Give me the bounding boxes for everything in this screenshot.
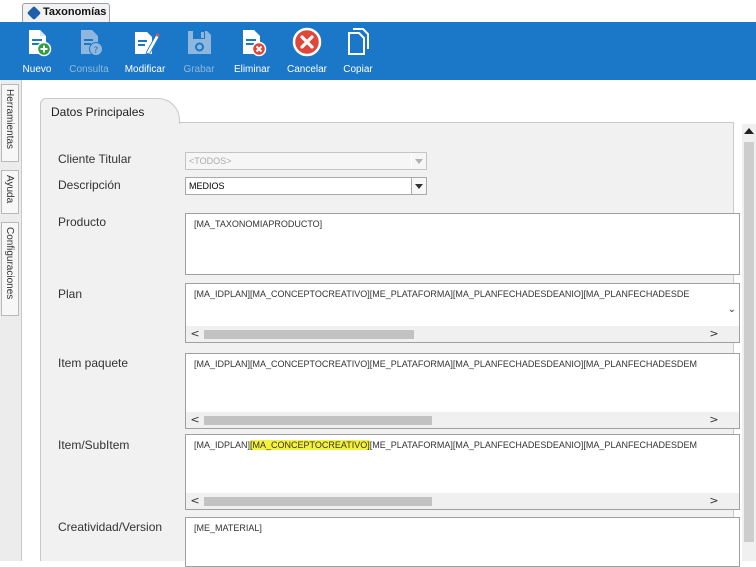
delete-button-label: Eliminar bbox=[233, 64, 271, 75]
creatividad-version-label: Creatividad/Version bbox=[58, 520, 163, 534]
modify-button-label: Modificar bbox=[124, 64, 166, 75]
window-tab-taxonomias[interactable]: Taxonomías bbox=[22, 3, 110, 22]
delete-button[interactable]: Eliminar bbox=[226, 25, 278, 77]
producto-textarea[interactable]: [MA_TAXONOMIAPRODUCTO] bbox=[185, 213, 740, 275]
copy-button-label: Copiar bbox=[343, 64, 373, 75]
save-icon bbox=[188, 31, 211, 54]
save-button-label: Grabar bbox=[183, 64, 215, 75]
value-prefix: [MA_IDPLAN] bbox=[194, 440, 251, 450]
creatividad-version-textarea[interactable]: [ME_MATERIAL] bbox=[185, 517, 740, 567]
producto-value: [MA_TAXONOMIAPRODUCTO] bbox=[194, 219, 323, 229]
creatividad-version-value: [ME_MATERIAL] bbox=[194, 523, 262, 533]
item-subitem-value: [MA_IDPLAN][MA_CONCEPTOCREATIVO][ME_PLAT… bbox=[194, 440, 697, 450]
copy-icon bbox=[348, 28, 369, 55]
plan-textarea[interactable]: [MA_IDPLAN][MA_CONCEPTOCREATIVO][ME_PLAT… bbox=[185, 283, 740, 343]
side-tab-configuraciones[interactable]: Configuraciones bbox=[1, 222, 19, 316]
cliente-titular-label: Cliente Titular bbox=[58, 152, 132, 166]
save-button[interactable]: Grabar bbox=[176, 25, 222, 77]
plan-horizontal-scrollbar[interactable]: < > bbox=[186, 326, 739, 342]
scrollbar-thumb[interactable] bbox=[744, 142, 754, 542]
copy-button[interactable]: Copiar bbox=[336, 25, 380, 77]
new-document-icon bbox=[29, 30, 52, 57]
delete-document-icon bbox=[243, 30, 267, 57]
scroll-right-arrow-icon[interactable]: > bbox=[707, 327, 721, 340]
side-tab-ayuda[interactable]: Ayuda bbox=[1, 170, 19, 214]
item-paquete-label: Item paquete bbox=[58, 356, 129, 370]
scrollbar-thumb[interactable] bbox=[204, 416, 432, 425]
scroll-left-arrow-icon[interactable]: < bbox=[188, 494, 202, 507]
item-subitem-horizontal-scrollbar[interactable]: < > bbox=[186, 493, 739, 509]
producto-label: Producto bbox=[58, 215, 107, 229]
chevron-down-icon bbox=[411, 153, 426, 169]
cancel-button-label: Cancelar bbox=[286, 64, 328, 75]
scroll-left-arrow-icon[interactable]: < bbox=[188, 413, 202, 426]
side-tab-herramientas[interactable]: Herramientas bbox=[1, 84, 19, 162]
new-button[interactable]: Nuevo bbox=[14, 25, 60, 77]
item-subitem-textarea[interactable]: [MA_IDPLAN][MA_CONCEPTOCREATIVO][ME_PLAT… bbox=[185, 434, 740, 510]
highlighted-text: [MA_CONCEPTOCREATIVO] bbox=[250, 440, 370, 450]
side-tab-label: Configuraciones bbox=[4, 227, 15, 300]
cliente-titular-value: <TODOS> bbox=[189, 156, 232, 166]
plan-value: [MA_IDPLAN][MA_CONCEPTOCREATIVO][ME_PLAT… bbox=[194, 289, 690, 299]
edit-document-icon bbox=[135, 32, 160, 55]
page-vertical-scrollbar[interactable] bbox=[742, 124, 756, 561]
item-subitem-label: Item/SubItem bbox=[58, 438, 130, 452]
scrollbar-thumb[interactable] bbox=[204, 497, 432, 506]
plan-label: Plan bbox=[58, 287, 83, 301]
item-paquete-horizontal-scrollbar[interactable]: < > bbox=[186, 412, 739, 428]
scroll-down-arrow-icon[interactable]: ⌄ bbox=[728, 304, 736, 315]
main-toolbar: Nuevo ? Consulta Modificar Grabar Elimin… bbox=[0, 22, 756, 80]
scroll-right-arrow-icon[interactable]: > bbox=[707, 413, 721, 426]
cliente-titular-select[interactable]: <TODOS> bbox=[185, 152, 427, 170]
chevron-down-icon[interactable] bbox=[411, 178, 426, 194]
item-paquete-textarea[interactable]: [MA_IDPLAN][MA_CONCEPTOCREATIVO][ME_PLAT… bbox=[185, 353, 740, 429]
tab-label: Datos Principales bbox=[51, 105, 145, 119]
side-tab-label: Ayuda bbox=[4, 175, 15, 204]
query-document-icon: ? bbox=[81, 30, 103, 56]
descripcion-select[interactable]: MEDIOS bbox=[185, 177, 427, 195]
descripcion-label: Descripción bbox=[58, 178, 121, 192]
value-suffix: [ME_PLATAFORMA][MA_PLANFECHADESDEANIO][M… bbox=[369, 440, 697, 450]
new-button-label: Nuevo bbox=[22, 64, 52, 75]
window-tab-strip: Taxonomías bbox=[0, 0, 756, 22]
query-button[interactable]: ? Consulta bbox=[64, 25, 114, 77]
cancel-icon bbox=[292, 27, 322, 57]
side-tab-label: Herramientas bbox=[4, 89, 15, 150]
side-tabs-bar: Herramientas Ayuda Configuraciones bbox=[0, 80, 22, 561]
scrollbar-thumb[interactable] bbox=[204, 330, 414, 339]
modify-button[interactable]: Modificar bbox=[118, 25, 172, 77]
window-tab-label: Taxonomías bbox=[43, 6, 107, 18]
taxonomy-icon bbox=[26, 5, 42, 21]
main-area: Datos Principales Cliente Titular <TODOS… bbox=[22, 80, 756, 567]
cancel-button[interactable]: Cancelar bbox=[282, 25, 332, 77]
item-paquete-value: [MA_IDPLAN][MA_CONCEPTOCREATIVO][ME_PLAT… bbox=[194, 359, 697, 369]
tab-datos-principales[interactable]: Datos Principales bbox=[40, 98, 180, 124]
scroll-left-arrow-icon[interactable]: < bbox=[188, 327, 202, 340]
svg-text:?: ? bbox=[94, 46, 99, 56]
descripcion-value: MEDIOS bbox=[189, 181, 225, 191]
scroll-right-arrow-icon[interactable]: > bbox=[707, 494, 721, 507]
scroll-up-arrow-icon[interactable] bbox=[744, 128, 754, 134]
query-button-label: Consulta bbox=[69, 64, 109, 75]
